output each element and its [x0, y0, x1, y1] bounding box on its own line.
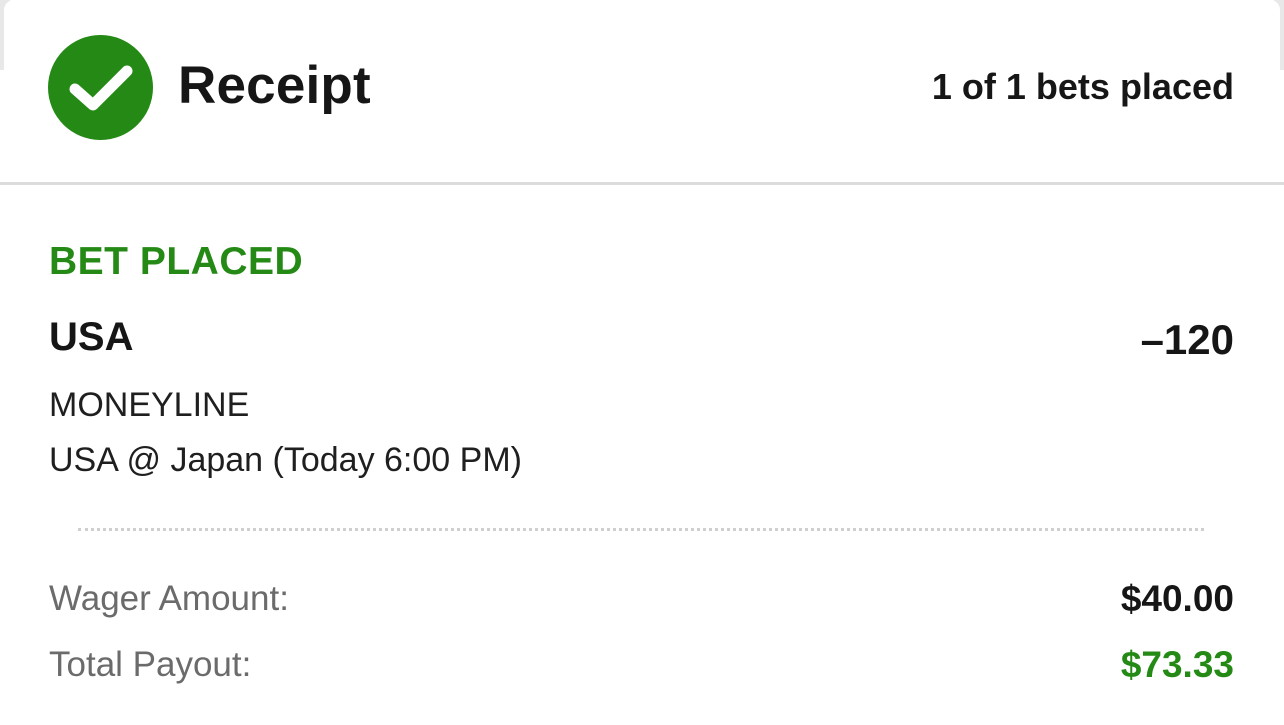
bet-odds: –120 [1140, 316, 1234, 363]
bet-event-details: USA @ Japan (Today 6:00 PM) [49, 441, 522, 479]
bet-status-label: BET PLACED [49, 240, 304, 283]
check-circle-icon [48, 35, 153, 140]
wager-amount-value: $40.00 [1120, 578, 1234, 619]
bets-placed-count: 1 of 1 bets placed [931, 66, 1234, 107]
wager-amount-label: Wager Amount: [49, 579, 289, 618]
checkmark-icon [69, 65, 132, 110]
dotted-divider [78, 528, 1204, 531]
bet-market-type: MONEYLINE [49, 386, 250, 424]
sheet-corner-right [1270, 0, 1284, 70]
page-title: Receipt [178, 56, 371, 115]
total-payout-label: Total Payout: [49, 645, 252, 684]
receipt-sheet: Receipt 1 of 1 bets placed BET PLACED US… [0, 0, 1284, 725]
receipt-header: Receipt 1 of 1 bets placed [0, 0, 1284, 185]
bet-selection: USA [49, 315, 134, 359]
sheet-corner-left [0, 0, 14, 70]
total-payout-value: $73.33 [1120, 644, 1234, 685]
